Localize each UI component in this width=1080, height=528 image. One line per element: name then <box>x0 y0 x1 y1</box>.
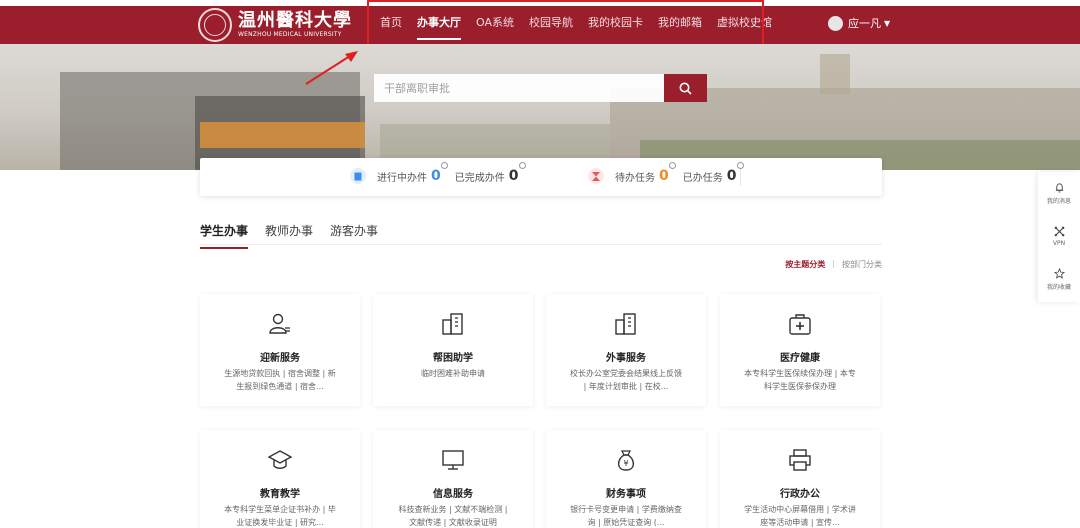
monitor-icon <box>442 450 464 470</box>
card-description: 本专科学生菜单企证书补办 | 毕业证换发毕业证 | 研究... <box>224 505 336 527</box>
card-title: 迎新服务 <box>260 353 300 364</box>
building-icon <box>615 313 636 335</box>
card-description: 科技查新业务 | 文献不端检测 | 文献传递 | 文献收录证明 <box>398 505 508 527</box>
sort-by-department[interactable]: 按部门分类 <box>842 259 882 270</box>
card-title: 财务事项 <box>606 489 646 500</box>
university-logo[interactable]: 温州醫科大學 WENZHOU MEDICAL UNIVERSITY <box>198 8 352 42</box>
card-description: 学生活动中心屏幕借用 | 学术讲座等活动申请 | 宣传... <box>744 505 856 527</box>
svg-text:¥: ¥ <box>623 459 628 468</box>
float-vpn[interactable]: VPN <box>1038 215 1080 258</box>
right-float-bar: 我的消息 VPN 我的收藏 <box>1038 172 1080 302</box>
stat-label: 进行中办件 <box>377 172 427 184</box>
float-label: 我的消息 <box>1046 198 1071 205</box>
page: 温州醫科大學 WENZHOU MEDICAL UNIVERSITY 首页 办事大… <box>0 0 1080 528</box>
nav-oa-system[interactable]: OA系统 <box>476 6 514 44</box>
tab-student[interactable]: 学生办事 <box>200 222 249 249</box>
logo-english-name: WENZHOU MEDICAL UNIVERSITY <box>238 31 342 38</box>
role-tabs: 学生办事 教师办事 游客办事 <box>200 222 395 249</box>
nav-home[interactable]: 首页 <box>380 6 402 44</box>
card-title: 外事服务 <box>606 353 646 364</box>
card-title: 教育教学 <box>260 489 300 500</box>
nav-campus-map[interactable]: 校园导航 <box>529 6 573 44</box>
logo-chinese-name: 温州醫科大學 <box>238 10 352 31</box>
card-description: 生源地贷款回执 | 宿舍调整 | 新生报到绿色通道 | 宿舍... <box>224 369 336 391</box>
graduation-cap-icon <box>268 450 292 469</box>
user-menu[interactable]: 应一凡 ▼ <box>828 15 890 31</box>
my-tasks-stats: 待办任务 0 已办任务 0 <box>588 162 751 184</box>
stat-count[interactable]: 0 <box>659 162 676 184</box>
search-input[interactable] <box>374 74 664 102</box>
card-description: 校长办公室党委会结果线上反馈 | 年度计划审批 | 在校... <box>570 369 682 391</box>
service-card-administration[interactable]: 行政办公 学生活动中心屏幕借用 | 学术讲座等活动申请 | 宣传... <box>720 430 880 528</box>
stat-count[interactable]: 0 <box>509 162 526 184</box>
document-icon <box>350 168 366 184</box>
card-description: 临时困难补助申请 <box>421 369 485 378</box>
float-label: VPN <box>1052 240 1066 247</box>
card-title: 帮困助学 <box>433 353 473 364</box>
search-bar <box>374 74 707 102</box>
service-card-welcome[interactable]: 迎新服务 生源地贷款回执 | 宿舍调整 | 新生报到绿色通道 | 宿舍... <box>200 294 360 406</box>
user-name: 应一凡 <box>848 17 881 30</box>
chevron-down-icon: ▼ <box>884 18 891 28</box>
service-card-information[interactable]: 信息服务 科技查新业务 | 文献不端检测 | 文献传递 | 文献收录证明 <box>373 430 533 528</box>
nav-virtual-museum[interactable]: 虚拟校史馆 <box>717 6 772 44</box>
sort-toggle: 按主题分类 | 按部门分类 <box>785 259 882 270</box>
main-nav: 首页 办事大厅 OA系统 校园导航 我的校园卡 我的邮箱 虚拟校史馆 <box>380 6 787 44</box>
vpn-icon <box>1054 226 1064 237</box>
stat-count[interactable]: 0 <box>727 162 744 184</box>
card-title: 医疗健康 <box>780 353 820 364</box>
university-seal-icon <box>198 8 232 42</box>
service-card-finance[interactable]: ¥ 财务事项 银行卡号变更申请 | 学费缴纳查询 | 原始凭证查询 (... <box>546 430 706 528</box>
search-button[interactable] <box>664 74 707 102</box>
float-label: 我的收藏 <box>1046 284 1071 291</box>
star-icon <box>1053 268 1065 279</box>
bell-icon <box>1055 183 1063 193</box>
stat-label: 待办任务 <box>615 172 655 184</box>
service-card-financial-aid[interactable]: 帮困助学 临时困难补助申请 <box>373 294 533 406</box>
avatar <box>828 15 843 31</box>
task-stats-panel: 进行中办件 0 已完成办件 0 待办任务 0 已办任务 0 <box>200 158 882 196</box>
campus-banner <box>0 44 1080 170</box>
money-bag-icon: ¥ <box>617 450 635 471</box>
search-icon <box>679 82 692 95</box>
service-card-education[interactable]: 教育教学 本专科学生菜单企证书补办 | 毕业证换发毕业证 | 研究... <box>200 430 360 528</box>
hourglass-icon <box>588 168 604 184</box>
card-title: 信息服务 <box>433 489 473 500</box>
stat-count[interactable]: 0 <box>431 162 448 184</box>
building-icon <box>442 313 463 335</box>
sort-by-topic[interactable]: 按主题分类 <box>785 259 825 270</box>
nav-service-hall[interactable]: 办事大厅 <box>417 6 461 44</box>
stat-label: 已办任务 <box>682 172 723 184</box>
top-navbar: 温州醫科大學 WENZHOU MEDICAL UNIVERSITY 首页 办事大… <box>0 6 1080 44</box>
service-card-healthcare[interactable]: 医疗健康 本专科学生医保续保办理 | 本专科学生医保参保办理 <box>720 294 880 406</box>
card-description: 本专科学生医保续保办理 | 本专科学生医保参保办理 <box>744 369 856 391</box>
nav-mailbox[interactable]: 我的邮箱 <box>658 6 702 44</box>
medical-kit-icon <box>789 314 811 335</box>
tab-visitor[interactable]: 游客办事 <box>330 222 378 249</box>
my-cases-stats: 进行中办件 0 已完成办件 0 <box>350 162 533 184</box>
card-title: 行政办公 <box>780 489 820 500</box>
service-card-foreign-affairs[interactable]: 外事服务 校长办公室党委会结果线上反馈 | 年度计划审批 | 在校... <box>546 294 706 406</box>
card-description: 银行卡号变更申请 | 学费缴纳查询 | 原始凭证查询 (... <box>570 505 682 527</box>
float-favorites[interactable]: 我的收藏 <box>1038 258 1080 301</box>
tab-teacher[interactable]: 教师办事 <box>265 222 313 249</box>
nav-campus-card[interactable]: 我的校园卡 <box>588 6 643 44</box>
printer-icon <box>789 449 811 471</box>
float-messages[interactable]: 我的消息 <box>1038 172 1080 215</box>
user-card-icon <box>269 313 290 334</box>
stat-label: 已完成办件 <box>454 172 505 184</box>
